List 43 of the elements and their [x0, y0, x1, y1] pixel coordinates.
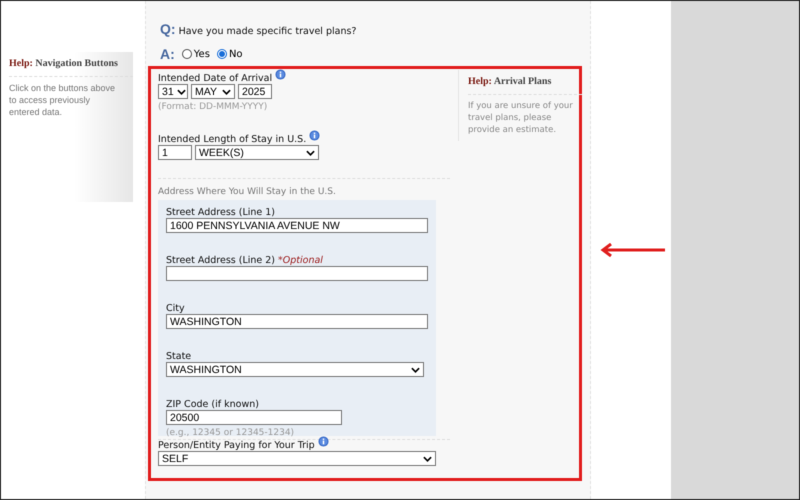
payer-dropdown[interactable]: SELF [158, 451, 436, 466]
month-dropdown[interactable]: MAY [191, 84, 235, 99]
radio-button[interactable] [216, 49, 227, 59]
input-field[interactable] [166, 266, 428, 281]
arrow-icon [600, 243, 666, 257]
question-mark-label: Q: [160, 21, 176, 37]
radio-option[interactable]: No [216, 48, 243, 60]
answer-mark-label: A: [160, 46, 175, 62]
info-icon[interactable] [309, 130, 320, 141]
info-icon[interactable] [275, 69, 286, 80]
field-label: Intended Length of Stay in U.S. [158, 134, 306, 145]
help-text: Click on the buttons above to access previously entered data. [9, 82, 116, 118]
caret-icon [176, 88, 186, 94]
field-label: Street Address (Line 2) [166, 255, 276, 266]
field-label: Street Address (Line 1) [166, 207, 276, 218]
help-text: If you are unsure of your travel plans, please provide an estimate. [468, 100, 574, 136]
optional-note: *Optional [278, 255, 323, 266]
caret-icon [423, 456, 432, 462]
format-hint: (e.g., 12345 or 12345-1234) [166, 428, 296, 438]
caret-icon [411, 366, 420, 372]
input-field[interactable]: 20500 [166, 410, 342, 425]
radio-button[interactable] [182, 49, 192, 59]
radio-option[interactable]: Yes [182, 48, 210, 60]
help-title: Help: Arrival Plans [468, 70, 582, 95]
caret-icon [222, 88, 231, 94]
field-label: City [166, 303, 185, 314]
help-title: Help: Navigation Buttons [9, 52, 133, 77]
info-icon[interactable] [318, 436, 329, 447]
number-field[interactable]: 1 [158, 145, 192, 160]
section-heading: Address Where You Will Stay in the U.S. [158, 187, 337, 197]
question-text: Have you made specific travel plans? [178, 26, 356, 37]
format-hint: (Format: DD-MMM-YYYY) [158, 102, 268, 112]
field-label: ZIP Code (if known) [166, 399, 259, 410]
field-label: Intended Date of Arrival [158, 73, 272, 84]
year-field[interactable]: 2025 [238, 84, 272, 99]
field-label: Person/Entity Paying for Your Trip [158, 440, 315, 451]
unit-dropdown[interactable]: WEEK(S) [195, 145, 319, 160]
caret-icon [306, 150, 315, 156]
field-label: State [166, 351, 192, 362]
state-dropdown[interactable]: WASHINGTON [166, 362, 424, 377]
input-field[interactable]: 1600 PENNSYLVANIA AVENUE NW [166, 218, 428, 233]
input-field[interactable]: WASHINGTON [166, 314, 428, 329]
day-dropdown[interactable]: 31 [158, 84, 188, 99]
